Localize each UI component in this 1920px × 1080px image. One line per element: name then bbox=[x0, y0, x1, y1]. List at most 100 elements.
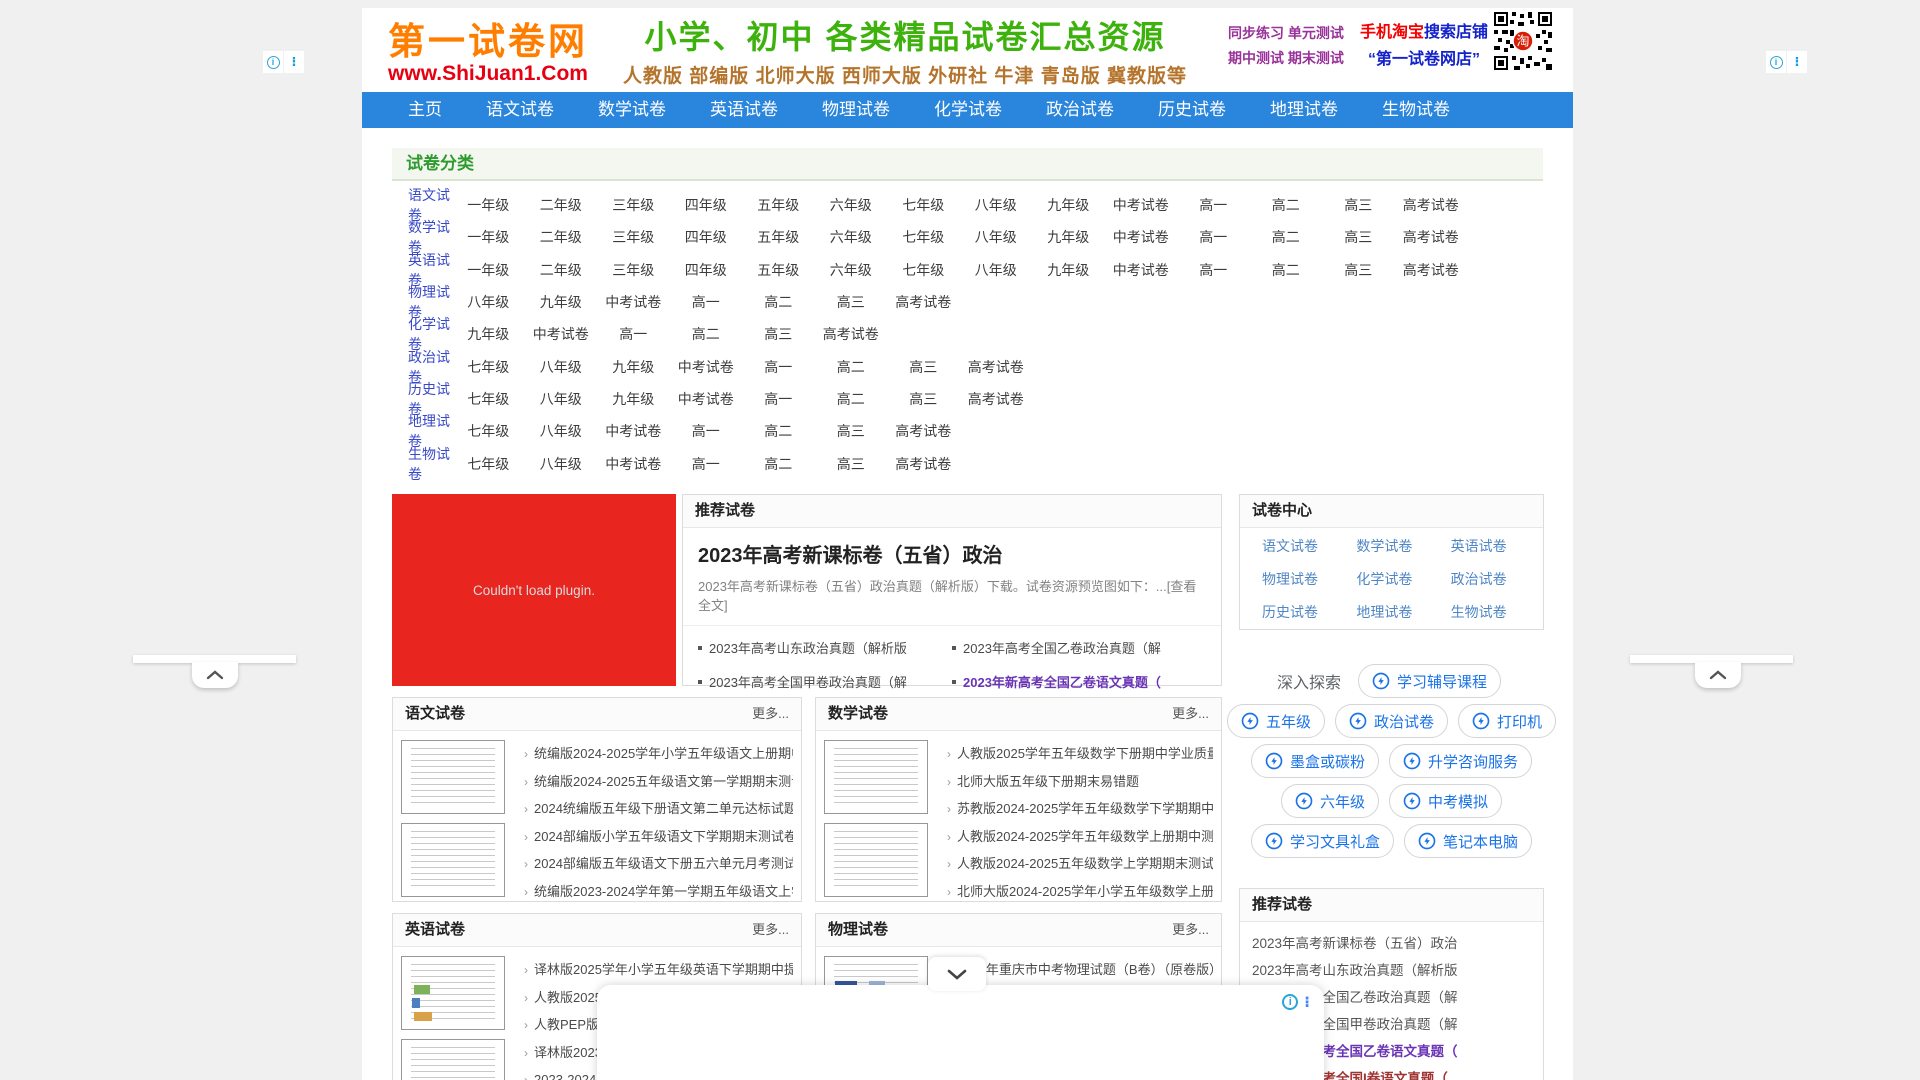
category-grade-link[interactable]: 三年级 bbox=[597, 195, 670, 215]
nav-item-地理试卷[interactable]: 地理试卷 bbox=[1258, 92, 1350, 128]
category-grade-link[interactable]: 高三 bbox=[742, 324, 815, 344]
category-grade-link[interactable]: 二年级 bbox=[525, 260, 598, 280]
category-grade-link[interactable]: 高考试卷 bbox=[815, 324, 888, 344]
category-grade-link[interactable]: 五年级 bbox=[742, 260, 815, 280]
more-link[interactable]: 更多... bbox=[1172, 698, 1209, 730]
category-grade-link[interactable]: 高一 bbox=[1177, 227, 1250, 247]
category-grade-link[interactable]: 八年级 bbox=[960, 227, 1033, 247]
side-rail-expand-button-right[interactable] bbox=[1695, 662, 1741, 688]
category-grade-link[interactable]: 高三 bbox=[815, 292, 888, 312]
ad-menu-button[interactable]: ⁝ bbox=[1787, 51, 1807, 73]
ad-chip[interactable]: 升学咨询服务 bbox=[1389, 744, 1532, 778]
ad-chip[interactable]: 墨盒或碳粉 bbox=[1251, 744, 1379, 778]
side-rail-expand-button-left[interactable] bbox=[192, 662, 238, 688]
category-grade-link[interactable]: 一年级 bbox=[452, 227, 525, 247]
nav-item-语文试卷[interactable]: 语文试卷 bbox=[474, 92, 566, 128]
nav-item-生物试卷[interactable]: 生物试卷 bbox=[1370, 92, 1462, 128]
ad-info-button[interactable]: i bbox=[1766, 51, 1786, 73]
category-grade-link[interactable]: 六年级 bbox=[815, 260, 888, 280]
paper-link[interactable]: ›统编版2023-2024学年第一学期五年级语文上学 bbox=[524, 878, 793, 906]
category-grade-link[interactable]: 七年级 bbox=[887, 227, 960, 247]
paper-thumbnail[interactable] bbox=[401, 823, 505, 897]
category-grade-link[interactable]: 高三 bbox=[1322, 195, 1395, 215]
paper-center-link[interactable]: 物理试卷 bbox=[1250, 563, 1344, 596]
category-grade-link[interactable]: 高三 bbox=[815, 454, 888, 474]
category-grade-link[interactable]: 中考试卷 bbox=[597, 292, 670, 312]
paper-link[interactable]: ›2023年重庆市中考物理试题（B卷）（原卷版） bbox=[947, 956, 1213, 984]
paper-center-link[interactable]: 语文试卷 bbox=[1250, 530, 1344, 563]
category-grade-link[interactable]: 高考试卷 bbox=[1395, 227, 1468, 247]
ad-menu-button[interactable]: ⁝ bbox=[284, 51, 304, 73]
featured-link[interactable]: 2023年高考山东政治真题（解析版 bbox=[698, 638, 952, 657]
paper-link[interactable]: ›2024部编版小学五年级语文下学期期末测试卷 bbox=[524, 823, 793, 851]
category-grade-link[interactable]: 高考试卷 bbox=[960, 357, 1033, 377]
paper-center-link[interactable]: 化学试卷 bbox=[1344, 563, 1438, 596]
category-grade-link[interactable]: 高三 bbox=[887, 389, 960, 409]
ad-chip[interactable]: 六年级 bbox=[1281, 784, 1379, 818]
paper-link[interactable]: ›北师大版五年级下册期末易错题 bbox=[947, 768, 1213, 796]
category-grade-link[interactable]: 七年级 bbox=[887, 260, 960, 280]
category-grade-link[interactable]: 七年级 bbox=[452, 389, 525, 409]
category-grade-link[interactable]: 中考试卷 bbox=[597, 421, 670, 441]
category-grade-link[interactable]: 九年级 bbox=[452, 324, 525, 344]
featured-article-title[interactable]: 2023年高考新课标卷（五省）政治 bbox=[698, 539, 1206, 568]
category-grade-link[interactable]: 八年级 bbox=[525, 421, 598, 441]
category-grade-link[interactable]: 八年级 bbox=[960, 260, 1033, 280]
featured-link[interactable]: 2023年高考全国乙卷政治真题（解 bbox=[952, 638, 1206, 657]
category-grade-link[interactable]: 中考试卷 bbox=[1105, 227, 1178, 247]
category-grade-link[interactable]: 九年级 bbox=[597, 357, 670, 377]
category-grade-link[interactable]: 九年级 bbox=[525, 292, 598, 312]
category-grade-link[interactable]: 高一 bbox=[1177, 260, 1250, 280]
category-grade-link[interactable]: 高考试卷 bbox=[887, 454, 960, 474]
ad-chip[interactable]: 中考模拟 bbox=[1389, 784, 1502, 818]
paper-thumbnail[interactable] bbox=[401, 1039, 505, 1080]
paper-center-link[interactable]: 数学试卷 bbox=[1344, 530, 1438, 563]
category-grade-link[interactable]: 高二 bbox=[815, 389, 888, 409]
featured-link[interactable]: 2023年高考全国甲卷政治真题（解 bbox=[698, 672, 952, 691]
category-grade-link[interactable]: 六年级 bbox=[815, 227, 888, 247]
category-grade-link[interactable]: 八年级 bbox=[525, 357, 598, 377]
paper-link[interactable]: ›苏教版2024-2025学年五年级数学下学期期中测 bbox=[947, 795, 1213, 823]
category-grade-link[interactable]: 四年级 bbox=[670, 260, 743, 280]
category-grade-link[interactable]: 高二 bbox=[1250, 227, 1323, 247]
category-grade-link[interactable]: 高一 bbox=[597, 324, 670, 344]
ad-chip[interactable]: 学习文具礼盒 bbox=[1251, 824, 1394, 858]
category-grade-link[interactable]: 三年级 bbox=[597, 260, 670, 280]
category-grade-link[interactable]: 九年级 bbox=[597, 389, 670, 409]
category-grade-link[interactable]: 高考试卷 bbox=[1395, 195, 1468, 215]
nav-item-home[interactable]: 主页 bbox=[396, 92, 454, 128]
category-grade-link[interactable]: 八年级 bbox=[525, 389, 598, 409]
ad-info-button[interactable]: i bbox=[263, 51, 283, 73]
ad-chip[interactable]: 打印机 bbox=[1458, 704, 1556, 738]
category-grade-link[interactable]: 三年级 bbox=[597, 227, 670, 247]
category-grade-link[interactable]: 高三 bbox=[815, 421, 888, 441]
nav-item-政治试卷[interactable]: 政治试卷 bbox=[1034, 92, 1126, 128]
paper-center-link[interactable]: 历史试卷 bbox=[1250, 596, 1344, 629]
category-grade-link[interactable]: 高二 bbox=[742, 292, 815, 312]
category-grade-link[interactable]: 高二 bbox=[1250, 260, 1323, 280]
category-grade-link[interactable]: 高一 bbox=[742, 357, 815, 377]
nav-item-数学试卷[interactable]: 数学试卷 bbox=[586, 92, 678, 128]
category-grade-link[interactable]: 二年级 bbox=[525, 195, 598, 215]
paper-center-link[interactable]: 英语试卷 bbox=[1439, 530, 1533, 563]
category-grade-link[interactable]: 中考试卷 bbox=[1105, 260, 1178, 280]
category-grade-link[interactable]: 七年级 bbox=[887, 195, 960, 215]
category-grade-link[interactable]: 七年级 bbox=[452, 454, 525, 474]
category-grade-link[interactable]: 七年级 bbox=[452, 421, 525, 441]
paper-link[interactable]: ›人教版2025学年五年级数学下册期中学业质量测 bbox=[947, 740, 1213, 768]
category-grade-link[interactable]: 高三 bbox=[1322, 260, 1395, 280]
category-grade-link[interactable]: 高三 bbox=[887, 357, 960, 377]
category-grade-link[interactable]: 中考试卷 bbox=[525, 324, 598, 344]
category-grade-link[interactable]: 中考试卷 bbox=[597, 454, 670, 474]
paper-center-link[interactable]: 地理试卷 bbox=[1344, 596, 1438, 629]
category-grade-link[interactable]: 高二 bbox=[670, 324, 743, 344]
vertical-dots-icon[interactable]: ⁝ bbox=[1304, 993, 1310, 1011]
featured-link[interactable]: 2023年新高考全国乙卷语文真题（ bbox=[952, 672, 1206, 691]
category-grade-link[interactable]: 高一 bbox=[670, 454, 743, 474]
category-grade-link[interactable]: 五年级 bbox=[742, 195, 815, 215]
nav-item-物理试卷[interactable]: 物理试卷 bbox=[810, 92, 902, 128]
anchor-ad-panel[interactable]: i ⁝ bbox=[597, 985, 1324, 1080]
paper-link[interactable]: ›统编版2024-2025学年小学五年级语文上册期中 bbox=[524, 740, 793, 768]
category-grade-link[interactable]: 高考试卷 bbox=[887, 292, 960, 312]
category-grade-link[interactable]: 一年级 bbox=[452, 260, 525, 280]
